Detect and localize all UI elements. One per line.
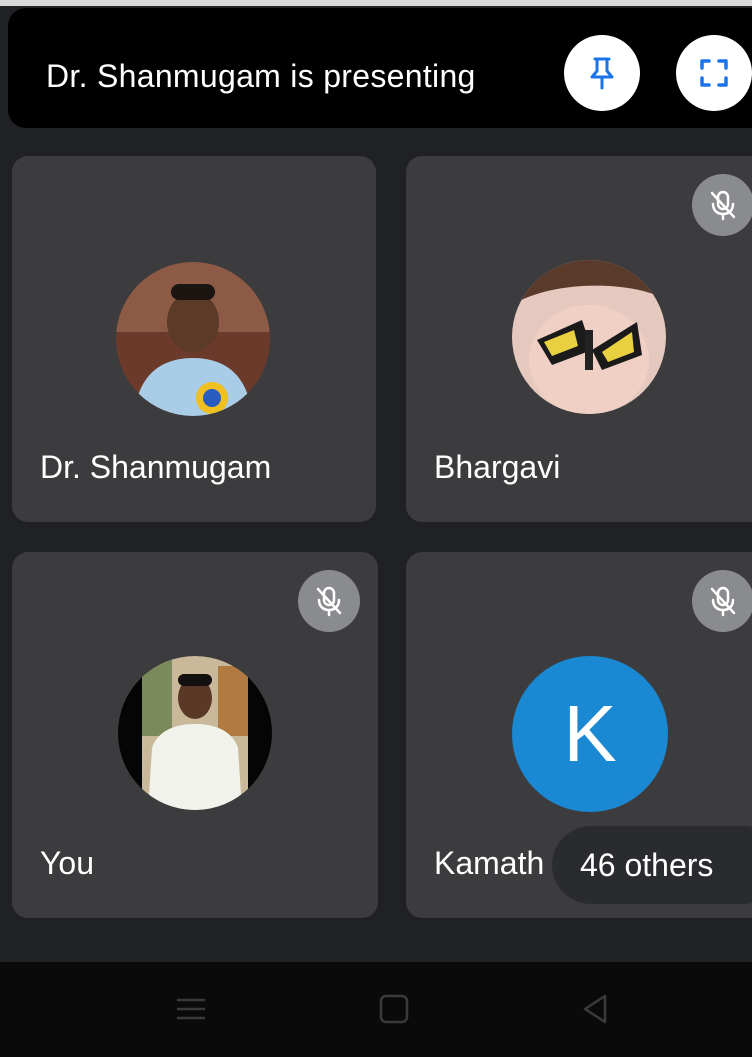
- others-label: 46 others: [580, 846, 714, 883]
- pin-button[interactable]: [564, 35, 640, 111]
- home-button[interactable]: [377, 992, 411, 1026]
- participant-avatar: [512, 260, 666, 414]
- participant-tile[interactable]: You: [12, 552, 378, 918]
- participant-name: You: [40, 845, 94, 881]
- recents-icon: [176, 998, 206, 1020]
- presenting-text: Dr. Shanmugam is presenting: [46, 58, 476, 94]
- participant-tile[interactable]: Bhargavi: [406, 156, 752, 522]
- participant-name: Dr. Shanmugam: [40, 449, 272, 485]
- back-button[interactable]: [578, 992, 612, 1026]
- participant-tile[interactable]: Dr. Shanmugam: [12, 156, 376, 522]
- participant-name: Bhargavi: [434, 449, 561, 485]
- letter-avatar: K: [512, 656, 668, 812]
- mic-off-badge: [692, 174, 752, 236]
- participant-name: Kamath: [434, 845, 545, 881]
- home-icon: [379, 994, 409, 1024]
- pin-icon: [590, 57, 614, 90]
- mic-off-icon: [316, 586, 342, 617]
- mic-off-icon: [710, 586, 736, 617]
- meeting-screen: Dr. Shanmugam is presenting Dr. Shanmuga…: [0, 0, 752, 1057]
- others-button[interactable]: 46 others: [552, 826, 752, 904]
- system-nav-bar: [0, 962, 752, 1057]
- mic-off-badge: [692, 570, 752, 632]
- presenting-banner: Dr. Shanmugam is presenting: [8, 8, 752, 128]
- mic-off-icon: [710, 190, 736, 221]
- mic-off-badge: [298, 570, 360, 632]
- back-icon: [583, 994, 607, 1024]
- fullscreen-button[interactable]: [676, 35, 752, 111]
- participant-avatar: [116, 262, 270, 416]
- participant-avatar: [118, 656, 272, 810]
- fullscreen-icon: [700, 59, 728, 87]
- status-strip: [0, 0, 752, 6]
- recents-button[interactable]: [174, 992, 208, 1026]
